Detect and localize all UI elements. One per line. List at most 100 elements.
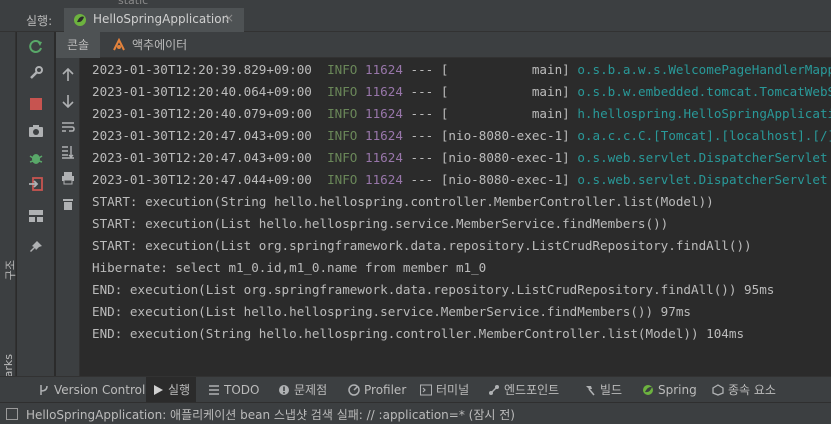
screenshot-button[interactable]: [26, 121, 46, 141]
todo-label: TODO: [224, 383, 260, 397]
tab-console[interactable]: 콘솔: [56, 32, 100, 58]
log-pid: 11624: [365, 62, 403, 77]
camera-icon: [29, 125, 43, 137]
profiler-button[interactable]: Profiler: [348, 377, 406, 403]
log-timestamp: 2023-01-30T12:20:47.043+09:00: [92, 128, 312, 143]
modify-run-config-button[interactable]: [26, 63, 46, 83]
left-tool-stripe: 구조 Bookmarks: [0, 32, 18, 415]
log-thread: [ main]: [440, 62, 570, 77]
spring-button[interactable]: Spring: [642, 377, 697, 403]
trash-icon: [63, 199, 73, 210]
log-logger: o.s.b.a.w.s.WelcomePageHandlerMapping: [577, 62, 831, 77]
scroll-up-button[interactable]: [58, 65, 78, 85]
tab-actuator-label: 액추에이터: [132, 38, 188, 52]
printer-icon: [62, 172, 74, 185]
endpoints-icon: [489, 385, 499, 395]
build-button[interactable]: 빌드: [584, 377, 622, 403]
log-timestamp: 2023-01-30T12:20:47.044+09:00: [92, 172, 312, 187]
log-level: INFO: [327, 172, 358, 187]
list-icon: [209, 385, 219, 395]
run-tool-button[interactable]: 실행: [146, 377, 197, 403]
wrench-icon: [30, 66, 43, 79]
log-thread: [nio-8080-exec-1]: [440, 128, 570, 143]
console-line: END: execution(List hello.hellospring.se…: [92, 304, 691, 319]
log-line: 2023-01-30T12:20:47.043+09:00 INFO 11624…: [92, 125, 831, 147]
log-pid: 11624: [365, 106, 403, 121]
status-window-icon[interactable]: [6, 408, 18, 420]
version-control-button[interactable]: Version Control: [34, 377, 149, 403]
rerun-button[interactable]: [26, 37, 46, 57]
soft-wrap-button[interactable]: [58, 117, 78, 137]
spring-boot-icon: [74, 14, 86, 26]
stop-icon: [30, 98, 42, 110]
project-tree-fragment: static: [118, 0, 149, 7]
console-line: END: execution(String hello.hellospring.…: [92, 326, 745, 341]
log-line: 2023-01-30T12:20:40.079+09:00 INFO 11624…: [92, 103, 831, 125]
bottom-tool-bar: Version Control 실행 TODO 문제점 Profiler 터미널…: [0, 376, 831, 403]
structure-stripe-button[interactable]: 구조: [2, 260, 18, 280]
log-thread: [nio-8080-exec-1]: [440, 150, 570, 165]
close-tab-icon[interactable]: ×: [224, 11, 234, 25]
console-line: Hibernate: select m1_0.id,m1_0.name from…: [92, 260, 487, 275]
log-logger: o.s.web.servlet.DispatcherServlet: [577, 150, 828, 165]
dependencies-icon: [712, 384, 724, 396]
log-separator: ---: [402, 62, 441, 77]
log-thread: [ main]: [440, 84, 570, 99]
profiler-icon: [348, 384, 360, 396]
pin-tab-button[interactable]: [26, 237, 46, 257]
scroll-to-end-button[interactable]: [58, 142, 78, 162]
run-title: 실행:: [26, 14, 53, 28]
log-pid: 11624: [365, 128, 403, 143]
log-logger: h.hellospring.HelloSpringApplication: [577, 106, 831, 121]
clear-all-button[interactable]: [58, 194, 78, 214]
log-level: INFO: [327, 128, 358, 143]
log-level: INFO: [327, 150, 358, 165]
log-thread: [nio-8080-exec-1]: [440, 172, 570, 187]
console-actions: [56, 58, 80, 376]
scroll-to-end-icon: [62, 146, 74, 159]
log-logger: o.s.web.servlet.DispatcherServlet: [577, 172, 828, 187]
status-message[interactable]: HelloSpringApplication: 애플리케이션 bean 스냅샷 …: [26, 406, 515, 423]
problems-label: 문제점: [294, 383, 328, 397]
log-timestamp: 2023-01-30T12:20:47.043+09:00: [92, 150, 312, 165]
terminal-button[interactable]: 터미널: [420, 377, 469, 403]
rerun-icon: [29, 40, 42, 53]
spring-leaf-icon: [643, 385, 653, 395]
soft-wrap-icon: [62, 122, 75, 132]
console-line: END: execution(List org.springframework.…: [92, 282, 775, 297]
console-subtabs: 콘솔 액추에이터: [56, 32, 831, 58]
log-level: INFO: [327, 62, 358, 77]
log-line: 2023-01-30T12:20:39.829+09:00 INFO 11624…: [92, 59, 831, 81]
console-line: START: execution(List hello.hellospring.…: [92, 216, 669, 231]
layout-icon: [29, 210, 43, 222]
build-label: 빌드: [600, 383, 623, 397]
dependencies-button[interactable]: 종속 요소: [712, 377, 776, 403]
print-button[interactable]: [58, 168, 78, 188]
debug-button[interactable]: [26, 148, 46, 168]
log-logger: o.s.b.w.embedded.tomcat.TomcatWebServer: [577, 84, 831, 99]
todo-button[interactable]: TODO: [208, 377, 259, 403]
terminal-label: 터미널: [436, 383, 470, 397]
log-timestamp: 2023-01-30T12:20:40.064+09:00: [92, 84, 312, 99]
arrow-down-icon: [62, 95, 74, 108]
log-line: 2023-01-30T12:20:47.043+09:00 INFO 11624…: [92, 147, 828, 169]
log-separator: ---: [402, 172, 441, 187]
exit-button[interactable]: [26, 174, 46, 194]
log-pid: 11624: [365, 150, 403, 165]
log-line: 2023-01-30T12:20:47.044+09:00 INFO 11624…: [92, 169, 828, 191]
log-pid: 11624: [365, 84, 403, 99]
profiler-label: Profiler: [364, 383, 407, 397]
endpoints-button[interactable]: 엔드포인트: [488, 377, 559, 403]
layout-button[interactable]: [26, 206, 46, 226]
log-timestamp: 2023-01-30T12:20:40.079+09:00: [92, 106, 312, 121]
problems-button[interactable]: 문제점: [278, 377, 327, 403]
run-toolbar: [17, 32, 55, 376]
log-timestamp: 2023-01-30T12:20:39.829+09:00: [92, 62, 312, 77]
run-config-tab[interactable]: HelloSpringApplication ×: [64, 8, 244, 32]
scroll-down-button[interactable]: [58, 91, 78, 111]
console-output[interactable]: 2023-01-30T12:20:39.829+09:00 INFO 11624…: [81, 58, 831, 376]
branch-icon: [40, 385, 48, 395]
pin-icon: [30, 241, 42, 252]
tab-actuator[interactable]: 액추에이터: [110, 32, 232, 58]
stop-button[interactable]: [26, 94, 46, 114]
